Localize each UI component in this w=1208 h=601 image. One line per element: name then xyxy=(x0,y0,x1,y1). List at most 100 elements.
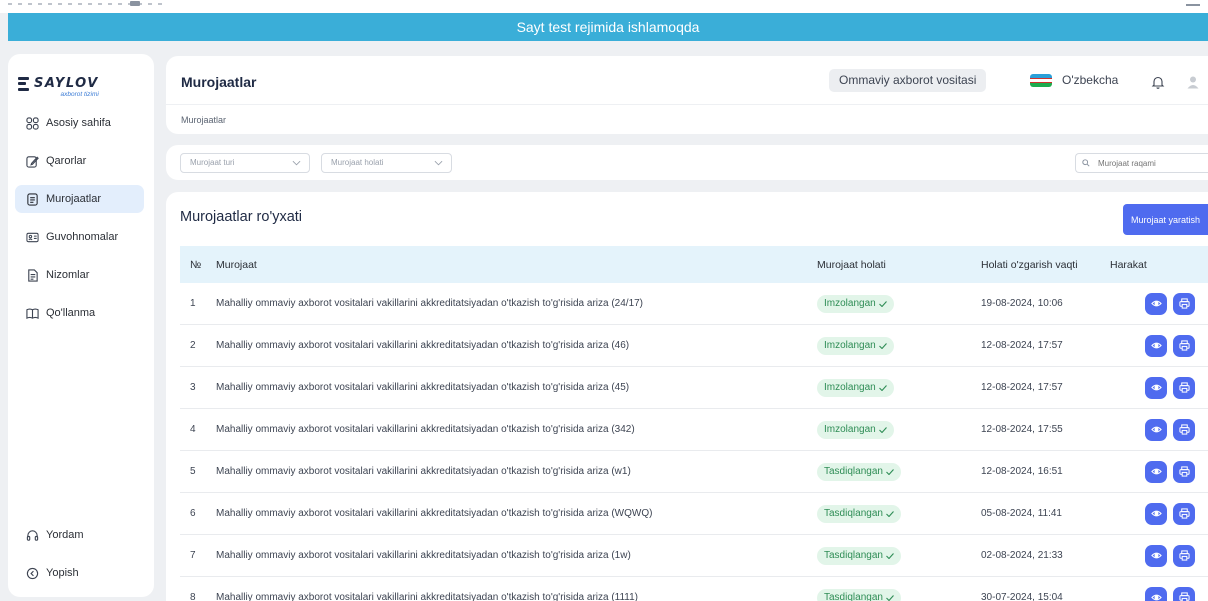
table-row[interactable]: 7 Mahalliy ommaviy axborot vositalari va… xyxy=(180,535,1208,577)
printer-icon xyxy=(1178,382,1190,393)
breadcrumb[interactable]: Murojaatlar xyxy=(181,115,226,125)
bell-icon[interactable] xyxy=(1151,75,1165,89)
print-button[interactable] xyxy=(1173,376,1195,399)
sidebar-item-certificates[interactable]: Guvohnomalar xyxy=(15,223,144,251)
logo[interactable]: SAYLOV axborot tizimi xyxy=(18,76,99,98)
row-status-time: 12-08-2024, 16:51 xyxy=(981,466,1063,477)
check-icon xyxy=(878,342,887,349)
create-appeal-button[interactable]: Murojaat yaratish xyxy=(1123,204,1208,235)
user-avatar-icon[interactable] xyxy=(1186,75,1200,89)
view-button[interactable] xyxy=(1145,544,1167,567)
check-icon xyxy=(886,510,894,517)
language-selector[interactable]: O'zbekcha xyxy=(1030,73,1118,87)
printer-icon xyxy=(1178,592,1190,601)
row-appeal-name: Mahalliy ommaviy axborot vositalari vaki… xyxy=(216,508,653,519)
sidebar-item-label: Yopish xyxy=(46,567,79,579)
row-status-time: 12-08-2024, 17:57 xyxy=(981,382,1063,393)
table-header: № Murojaat Murojaat holati Holati o'zgar… xyxy=(180,246,1208,283)
sidebar-item-collapse[interactable]: Yopish xyxy=(15,559,144,587)
table-row[interactable]: 2 Mahalliy ommaviy axborot vositalari va… xyxy=(180,325,1208,367)
column-header-appeal: Murojaat xyxy=(216,258,257,271)
row-appeal-name: Mahalliy ommaviy axborot vositalari vaki… xyxy=(216,592,639,601)
row-number: 6 xyxy=(190,508,196,519)
browser-strip-chip xyxy=(130,1,140,6)
status-badge: Tasdiqlangan xyxy=(817,504,901,523)
eye-icon xyxy=(1150,552,1162,559)
row-number: 3 xyxy=(190,382,196,393)
view-button[interactable] xyxy=(1145,586,1167,601)
printer-icon xyxy=(1178,298,1190,309)
appeals-table: № Murojaat Murojaat holati Holati o'zgar… xyxy=(180,246,1208,601)
collapse-icon xyxy=(26,567,39,580)
print-button[interactable] xyxy=(1173,502,1195,525)
chevron-down-icon xyxy=(434,160,443,166)
sidebar-item-label: Qarorlar xyxy=(46,155,87,167)
view-button[interactable] xyxy=(1145,376,1167,399)
print-button[interactable] xyxy=(1173,586,1195,601)
appeal-status-select[interactable]: Murojaat holati xyxy=(321,153,452,173)
table-row[interactable]: 3 Mahalliy ommaviy axborot vositalari va… xyxy=(180,367,1208,409)
row-appeal-name: Mahalliy ommaviy axborot vositalari vaki… xyxy=(216,424,635,435)
row-status-time: 12-08-2024, 17:55 xyxy=(981,424,1063,435)
sidebar-item-help[interactable]: Yordam xyxy=(15,521,144,549)
sidebar-item-home[interactable]: Asosiy sahifa xyxy=(15,109,144,137)
row-status-time: 30-07-2024, 15:04 xyxy=(981,592,1063,601)
row-appeal-name: Mahalliy ommaviy axborot vositalari vaki… xyxy=(216,382,630,393)
row-status-time: 05-08-2024, 11:41 xyxy=(981,508,1062,519)
table-row[interactable]: 8 Mahalliy ommaviy axborot vositalari va… xyxy=(180,577,1208,601)
table-row[interactable]: 4 Mahalliy ommaviy axborot vositalari va… xyxy=(180,409,1208,451)
file-list-icon xyxy=(26,268,39,282)
eye-icon xyxy=(1150,468,1162,475)
status-badge: Imzolangan xyxy=(817,420,894,439)
print-button[interactable] xyxy=(1173,334,1195,357)
print-button[interactable] xyxy=(1173,292,1195,315)
organization-selector[interactable]: Ommaviy axborot vositasi xyxy=(829,69,987,92)
sidebar-item-label: Guvohnomalar xyxy=(46,231,119,243)
sidebar-nav: Asosiy sahifa Qarorlar Murojaatlar Guvoh… xyxy=(15,109,144,337)
print-button[interactable] xyxy=(1173,418,1195,441)
print-button[interactable] xyxy=(1173,460,1195,483)
sidebar-item-decisions[interactable]: Qarorlar xyxy=(15,147,144,175)
table-row[interactable]: 6 Mahalliy ommaviy axborot vositalari va… xyxy=(180,493,1208,535)
minimize-icon[interactable] xyxy=(1186,4,1200,6)
row-appeal-name: Mahalliy ommaviy axborot vositalari vaki… xyxy=(216,298,644,309)
logo-name: SAYLOV xyxy=(34,76,99,91)
sidebar-item-appeals[interactable]: Murojaatlar xyxy=(15,185,144,213)
appeal-type-select[interactable]: Murojaat turi xyxy=(180,153,310,173)
print-button[interactable] xyxy=(1173,544,1195,567)
headset-icon xyxy=(26,529,39,542)
logo-mark-icon xyxy=(18,76,29,91)
sidebar: SAYLOV axborot tizimi Asosiy sahifa Qaro… xyxy=(8,54,154,597)
status-badge: Imzolangan xyxy=(817,378,894,397)
page-header: Murojaatlar Ommaviy axborot vositasi O'z… xyxy=(166,56,1208,134)
printer-icon xyxy=(1178,424,1190,435)
column-header-status: Murojaat holati xyxy=(817,258,886,271)
status-badge: Tasdiqlangan xyxy=(817,546,901,565)
appeal-number-search-input[interactable] xyxy=(1075,153,1208,173)
page-title: Murojaatlar xyxy=(181,74,257,90)
browser-strip-dots xyxy=(8,3,168,5)
view-button[interactable] xyxy=(1145,334,1167,357)
row-appeal-name: Mahalliy ommaviy axborot vositalari vaki… xyxy=(216,550,631,561)
card-title: Murojaatlar ro'yxati xyxy=(180,209,303,225)
view-button[interactable] xyxy=(1145,502,1167,525)
test-mode-banner: Sayt test rejimida ishlamoqda xyxy=(8,13,1208,41)
check-icon xyxy=(886,468,894,475)
check-icon xyxy=(886,552,894,559)
view-button[interactable] xyxy=(1145,418,1167,441)
column-header-action: Harakat xyxy=(1110,258,1147,271)
book-icon xyxy=(26,307,39,320)
view-button[interactable] xyxy=(1145,460,1167,483)
sidebar-item-label: Murojaatlar xyxy=(46,193,102,205)
sidebar-item-regulations[interactable]: Nizomlar xyxy=(15,261,144,289)
table-row[interactable]: 5 Mahalliy ommaviy axborot vositalari va… xyxy=(180,451,1208,493)
status-badge: Imzolangan xyxy=(817,294,894,313)
view-button[interactable] xyxy=(1145,292,1167,315)
row-number: 7 xyxy=(190,550,196,561)
sidebar-item-manual[interactable]: Qo'llanma xyxy=(15,299,144,327)
browser-strip xyxy=(0,0,1208,13)
check-icon xyxy=(886,594,894,601)
printer-icon xyxy=(1178,340,1190,351)
status-badge: Tasdiqlangan xyxy=(817,588,901,601)
table-row[interactable]: 1 Mahalliy ommaviy axborot vositalari va… xyxy=(180,283,1208,325)
